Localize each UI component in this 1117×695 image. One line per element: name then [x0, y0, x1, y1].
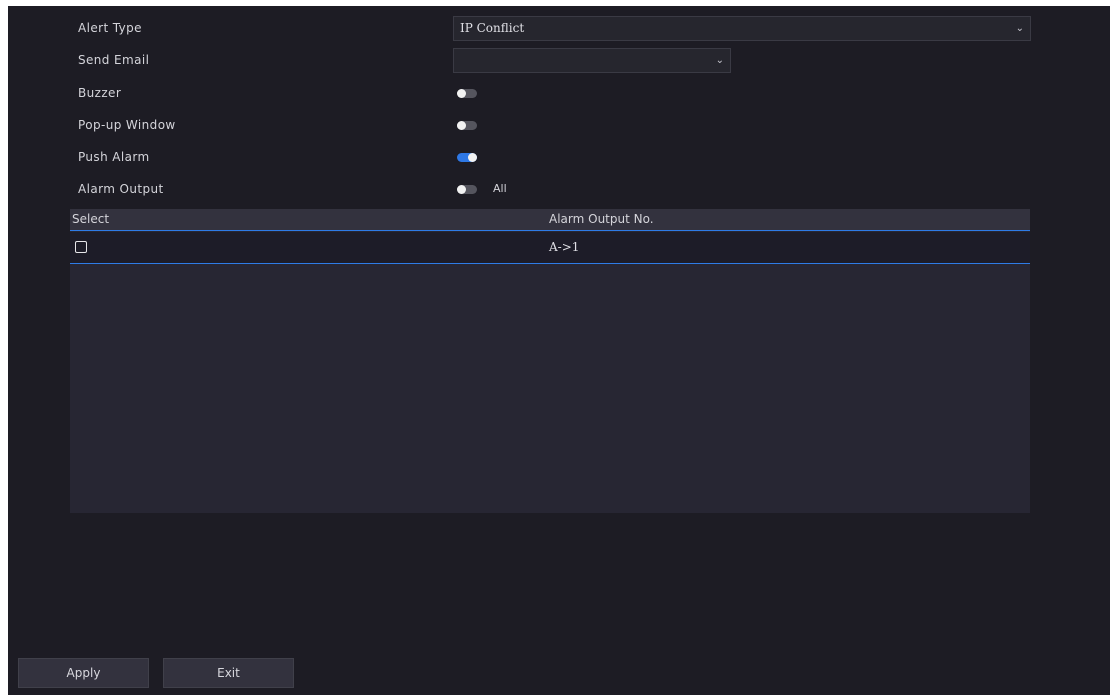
column-header-select: Select — [72, 212, 110, 226]
buzzer-label: Buzzer — [78, 86, 122, 100]
table-header: Select Alarm Output No. — [70, 209, 1030, 231]
table-row[interactable]: A->1 — [70, 232, 1030, 264]
send-email-label: Send Email — [78, 53, 150, 67]
alarm-output-table: Select Alarm Output No. A->1 — [70, 209, 1030, 513]
push-alarm-label: Push Alarm — [78, 150, 150, 164]
toggle-knob — [457, 121, 466, 130]
toggle-knob — [457, 185, 466, 194]
chevron-down-icon: ⌄ — [715, 55, 724, 66]
buzzer-toggle[interactable] — [457, 89, 477, 98]
toggle-knob — [457, 89, 466, 98]
alert-type-value: IP Conflict — [460, 21, 525, 35]
send-email-select[interactable]: ⌄ — [453, 48, 731, 73]
push-alarm-toggle[interactable] — [457, 153, 477, 162]
column-header-alarm-output-no: Alarm Output No. — [549, 212, 654, 226]
popup-window-toggle[interactable] — [457, 121, 477, 130]
alarm-output-label: Alarm Output — [78, 182, 164, 196]
chevron-down-icon: ⌄ — [1015, 23, 1024, 34]
alarm-output-no-cell: A->1 — [549, 240, 580, 254]
alarm-settings-panel: Alert Type IP Conflict ⌄ Send Email ⌄ Bu… — [8, 6, 1110, 695]
exit-button[interactable]: Exit — [163, 658, 294, 688]
alert-type-label: Alert Type — [78, 21, 142, 35]
alarm-output-all-label: All — [493, 182, 507, 195]
row-select-checkbox[interactable] — [75, 241, 87, 253]
apply-button[interactable]: Apply — [18, 658, 149, 688]
popup-window-label: Pop-up Window — [78, 118, 176, 132]
alarm-output-all-toggle[interactable] — [457, 185, 477, 194]
alert-type-select[interactable]: IP Conflict ⌄ — [453, 16, 1031, 41]
toggle-knob — [468, 153, 477, 162]
